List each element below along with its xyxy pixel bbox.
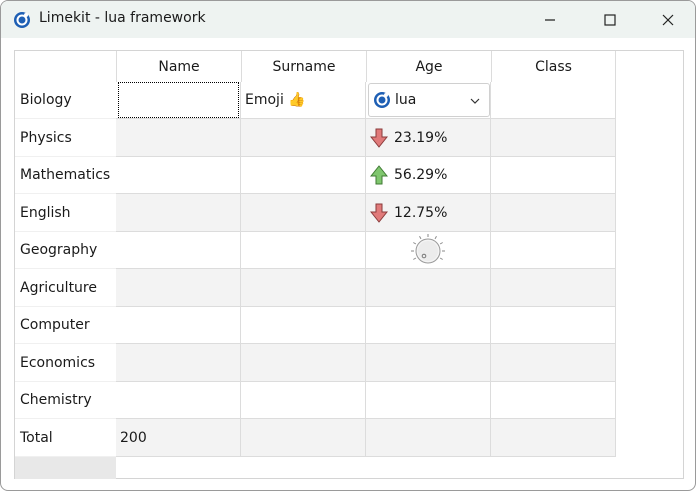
cell-geography-surname[interactable] — [241, 232, 366, 269]
physics-age-value: 23.19% — [394, 129, 448, 146]
cell-total-surname[interactable] — [241, 419, 366, 457]
cell-biology-class[interactable] — [491, 82, 616, 119]
cell-english-surname[interactable] — [241, 194, 366, 232]
combobox-selected-label: lua — [395, 92, 417, 108]
chevron-down-icon — [470, 98, 480, 104]
close-button[interactable] — [639, 1, 695, 38]
maximize-button[interactable] — [581, 1, 639, 38]
cell-agriculture-class[interactable] — [491, 269, 616, 307]
app-window: Limekit - lua framework Name Surname Age… — [0, 0, 696, 491]
row-header-chemistry[interactable]: Chemistry — [15, 382, 116, 419]
biology-surname-text: Emoji 👍 — [245, 92, 306, 108]
cell-mathematics-class[interactable] — [491, 157, 616, 194]
cell-physics-surname[interactable] — [241, 119, 366, 157]
english-age-value: 12.75% — [394, 204, 448, 221]
cell-economics-surname[interactable] — [241, 344, 366, 382]
cell-chemistry-name[interactable] — [116, 382, 241, 419]
dial-icon[interactable] — [410, 233, 446, 269]
row-header-economics[interactable]: Economics — [15, 344, 116, 382]
cell-chemistry-surname[interactable] — [241, 382, 366, 419]
cell-economics-age[interactable] — [366, 344, 491, 382]
cell-computer-name[interactable] — [116, 307, 241, 344]
cell-computer-surname[interactable] — [241, 307, 366, 344]
cell-computer-age[interactable] — [366, 307, 491, 344]
row-header-biology[interactable]: Biology — [15, 82, 116, 119]
cell-chemistry-class[interactable] — [491, 382, 616, 419]
cell-geography-name[interactable] — [116, 232, 241, 269]
column-header-age[interactable]: Age — [366, 51, 491, 82]
minimize-icon — [545, 18, 555, 21]
row-header-mathematics[interactable]: Mathematics — [15, 157, 116, 194]
cell-physics-age[interactable]: 23.19% — [366, 119, 491, 157]
table-widget[interactable]: Name Surname Age Class Biology Physics M… — [14, 50, 684, 479]
row-header-total[interactable]: Total — [15, 419, 116, 457]
arrow-up-icon — [370, 165, 388, 185]
row-header-agriculture[interactable]: Agriculture — [15, 269, 116, 307]
mathematics-age-value: 56.29% — [394, 167, 448, 183]
cell-computer-class[interactable] — [491, 307, 616, 344]
biology-name-input[interactable] — [119, 83, 238, 117]
column-header-surname[interactable]: Surname — [241, 51, 366, 82]
cell-english-age[interactable]: 12.75% — [366, 194, 491, 232]
cell-mathematics-surname[interactable] — [241, 157, 366, 194]
table-corner — [15, 51, 116, 82]
title-bar: Limekit - lua framework — [1, 1, 695, 38]
cell-mathematics-name[interactable] — [116, 157, 241, 194]
age-combobox[interactable]: lua — [368, 83, 490, 117]
total-value: 200 — [120, 429, 147, 446]
cell-chemistry-age[interactable] — [366, 382, 491, 419]
cell-english-class[interactable] — [491, 194, 616, 232]
cell-agriculture-name[interactable] — [116, 269, 241, 307]
row-header-english[interactable]: English — [15, 194, 116, 232]
row-header-geography[interactable]: Geography — [15, 232, 116, 269]
cell-physics-name[interactable] — [116, 119, 241, 157]
limekit-app-icon — [374, 92, 390, 108]
cell-mathematics-age[interactable]: 56.29% — [366, 157, 491, 194]
minimize-button[interactable] — [521, 1, 579, 38]
cell-physics-class[interactable] — [491, 119, 616, 157]
cell-total-name[interactable]: 200 — [116, 419, 241, 457]
cell-english-name[interactable] — [116, 194, 241, 232]
cell-agriculture-surname[interactable] — [241, 269, 366, 307]
cell-total-age[interactable] — [366, 419, 491, 457]
cell-biology-surname[interactable]: Emoji 👍 — [241, 82, 366, 119]
cell-total-class[interactable] — [491, 419, 616, 457]
biology-name-input-frame[interactable] — [118, 82, 239, 118]
column-header-class[interactable]: Class — [491, 51, 616, 82]
cell-economics-class[interactable] — [491, 344, 616, 382]
cell-agriculture-age[interactable] — [366, 269, 491, 307]
row-header-computer[interactable]: Computer — [15, 307, 116, 344]
column-header-name[interactable]: Name — [116, 51, 241, 82]
row-header-physics[interactable]: Physics — [15, 119, 116, 157]
limekit-app-icon — [14, 12, 30, 28]
cell-economics-name[interactable] — [116, 344, 241, 382]
arrow-down-icon — [370, 203, 388, 223]
row-header-filler — [15, 457, 116, 479]
cell-geography-class[interactable] — [491, 232, 616, 269]
maximize-icon — [604, 13, 616, 26]
close-icon — [662, 14, 674, 25]
arrow-down-icon — [370, 128, 388, 148]
window-title: Limekit - lua framework — [39, 10, 206, 26]
